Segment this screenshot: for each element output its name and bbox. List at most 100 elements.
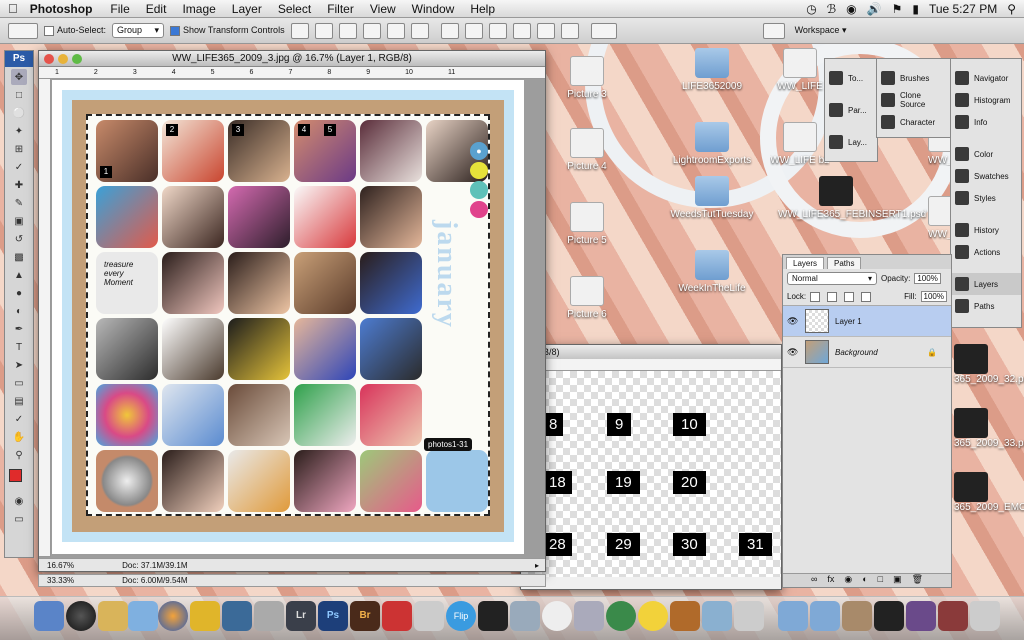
desktop-icon[interactable]: Picture 4 [542, 128, 632, 172]
app-menu[interactable]: Photoshop [26, 2, 103, 16]
ichat-icon[interactable] [190, 601, 220, 631]
align-right-icon[interactable] [410, 22, 429, 39]
firefox-icon[interactable] [158, 601, 188, 631]
battery-icon[interactable]: ▮ [912, 2, 919, 16]
notes-tool-icon[interactable]: ▤ [11, 393, 27, 409]
desktop-icon[interactable]: LIFE3652009 [667, 48, 757, 92]
group-icon[interactable]: □ [878, 574, 883, 587]
swatches-button[interactable]: Swatches [951, 165, 1021, 187]
bridge-dock-icon[interactable]: Br [350, 601, 380, 631]
menu-image[interactable]: Image [174, 2, 223, 16]
duck-icon[interactable] [638, 601, 668, 631]
adjustment-icon[interactable]: ◐ [862, 574, 867, 587]
lasso-tool-icon[interactable]: ⚪ [11, 105, 27, 121]
fill-field[interactable]: 100% [920, 291, 947, 302]
desktop-icon[interactable]: LightroomExports [667, 122, 757, 166]
shape-tool-icon[interactable]: ▭ [11, 375, 27, 391]
desktop-icon[interactable]: WW_LIFE [770, 48, 830, 92]
apple-icon[interactable]:  [0, 1, 26, 16]
clone-source-button[interactable]: Clone Source [877, 89, 951, 111]
distribute-top-icon[interactable] [440, 22, 459, 39]
tab-layers[interactable]: Layers [786, 257, 825, 269]
desktop-icon[interactable]: WW_LIFE [928, 196, 952, 240]
type-tool-icon[interactable]: T [11, 339, 27, 355]
menu-file[interactable]: File [102, 2, 137, 16]
zoom-tool-icon[interactable]: ⚲ [11, 447, 27, 463]
opacity-field[interactable]: 100% [914, 273, 941, 284]
document-titlebar[interactable]: WW_LIFE365_2009_3.jpg @ 16.7% (Layer 1, … [39, 51, 545, 67]
history-button[interactable]: History [951, 219, 1021, 241]
color-button[interactable]: Color [951, 143, 1021, 165]
desktop-icon[interactable]: Picture 5 [542, 202, 632, 246]
navigator-button[interactable]: Navigator [951, 67, 1021, 89]
align-middle-icon[interactable] [314, 22, 333, 39]
desktop-icon[interactable]: WW_LIFE365_FEBINSERT1.psd [778, 176, 926, 220]
zoom-level[interactable]: 16.67% [47, 561, 74, 570]
quick-mask-icon[interactable]: ◉ [11, 493, 27, 509]
status-menu-arrow-icon[interactable]: ▸ [535, 561, 539, 570]
new-layer-icon[interactable]: ▣ [893, 574, 902, 587]
align-top-icon[interactable] [290, 22, 309, 39]
auto-align-icon[interactable] [590, 22, 617, 39]
layer-comps-button[interactable]: Lay... [825, 131, 877, 153]
show-transform-checkbox[interactable]: Show Transform Controls [170, 25, 285, 36]
brushes-button[interactable]: Brushes [877, 67, 951, 89]
menu-select[interactable]: Select [270, 2, 319, 16]
bridge-icon[interactable] [762, 22, 785, 39]
path-select-icon[interactable]: ➤ [11, 357, 27, 373]
iphoto-icon[interactable] [222, 601, 252, 631]
magic-wand-icon[interactable]: ✦ [11, 123, 27, 139]
lock-position-icon[interactable] [844, 291, 855, 302]
photoshop-dock-icon[interactable]: Ps [318, 601, 348, 631]
lock-all-icon[interactable] [861, 291, 872, 302]
auto-select-checkbox[interactable]: Auto-Select: [44, 25, 106, 36]
info-button[interactable]: Info [951, 111, 1021, 133]
desktop-icon[interactable]: Picture 3 [542, 56, 632, 100]
desktop-icon[interactable]: Picture 6 [542, 276, 632, 320]
menu-layer[interactable]: Layer [224, 2, 270, 16]
visibility-eye-icon[interactable]: 👁 [787, 347, 799, 357]
address-book-icon[interactable] [98, 601, 128, 631]
trash-dock-icon[interactable] [970, 601, 1000, 631]
visibility-eye-icon[interactable]: 👁 [787, 316, 799, 326]
eyedropper-sample-icon[interactable]: ✓ [11, 411, 27, 427]
screen-mode-icon[interactable]: ▭ [11, 511, 27, 527]
doc2-title[interactable]: B/8) [521, 345, 781, 359]
align-left-icon[interactable] [362, 22, 381, 39]
auto-select-dropdown[interactable]: Group ▾ [112, 23, 165, 38]
document-canvas[interactable]: 1 2 3 45 treasure every Moment january ●… [52, 80, 524, 554]
time-machine-icon[interactable]: ◷ [806, 2, 816, 16]
mask-icon[interactable]: ◉ [844, 574, 852, 587]
flag-icon[interactable]: ⚑ [892, 2, 903, 16]
bulb-icon[interactable] [542, 601, 572, 631]
align-bottom-icon[interactable] [338, 22, 357, 39]
document-icon[interactable] [874, 601, 904, 631]
workspace-menu[interactable]: Workspace ▾ [795, 25, 847, 36]
app-icon[interactable] [702, 601, 732, 631]
distribute-bottom-icon[interactable] [488, 22, 507, 39]
lock-pixels-icon[interactable] [827, 291, 838, 302]
photoshop-logo[interactable]: Ps [5, 51, 33, 67]
pen-tool-icon[interactable]: ✒ [11, 321, 27, 337]
layers-button[interactable]: Layers [951, 273, 1021, 295]
volume-icon[interactable]: 🔊 [867, 2, 882, 16]
clone-stamp-icon[interactable]: ▣ [11, 213, 27, 229]
desktop-icon[interactable]: WW_LIFE b2 [770, 122, 830, 166]
lightroom-icon[interactable]: Lr [286, 601, 316, 631]
camera-icon[interactable] [254, 601, 284, 631]
flip-video-icon[interactable]: Flip [446, 601, 476, 631]
time-machine-dock-icon[interactable] [606, 601, 636, 631]
menu-help[interactable]: Help [462, 2, 503, 16]
distribute-center-icon[interactable] [536, 22, 555, 39]
folder-icon[interactable] [810, 601, 840, 631]
document-icon[interactable] [906, 601, 936, 631]
document-icon[interactable] [842, 601, 872, 631]
wifi-icon[interactable]: ◉ [846, 2, 856, 16]
desktop-icon[interactable]: 365_2009_EMONTH.psd [954, 472, 1024, 513]
imovie-icon[interactable] [478, 601, 508, 631]
actions-button[interactable]: Actions [951, 241, 1021, 263]
healing-brush-icon[interactable]: ✚ [11, 177, 27, 193]
menu-edit[interactable]: Edit [138, 2, 175, 16]
blend-mode-dropdown[interactable]: Normal ▾ [787, 272, 877, 285]
distribute-right-icon[interactable] [560, 22, 579, 39]
